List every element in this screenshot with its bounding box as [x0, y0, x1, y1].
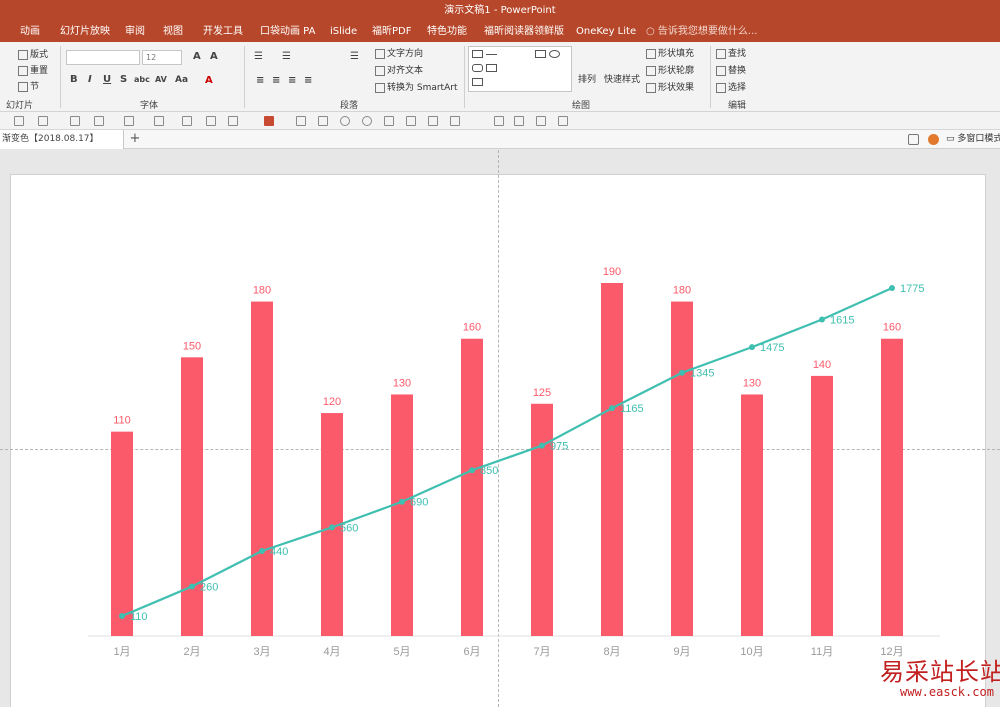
line-data-label: 850 [480, 465, 498, 477]
line-data-label: 560 [340, 522, 358, 534]
line-data-label: 1615 [830, 315, 854, 327]
bar-data-label: 180 [253, 285, 271, 297]
bar [111, 431, 133, 636]
x-tick-label: 6月 [463, 646, 480, 658]
bar [251, 301, 273, 636]
bar [461, 338, 483, 636]
x-tick-label: 3月 [253, 646, 270, 658]
bar-data-label: 160 [883, 322, 901, 334]
watermark-logo: 易采站长站 [880, 658, 1000, 686]
combo-chart[interactable]: 110 1月 150 2月 180 3月 120 4月 130 5月 160 6月 125 7月 190 8月… [0, 0, 1000, 707]
bar-data-label: 110 [113, 415, 131, 427]
line-data-label: 1345 [690, 368, 714, 380]
line-point [469, 467, 475, 474]
line-point [539, 442, 545, 449]
bar-data-label: 150 [183, 340, 201, 352]
line-point [329, 524, 335, 531]
line-point [189, 583, 195, 590]
bar [671, 301, 693, 636]
x-tick-label: 5月 [393, 646, 410, 658]
line-point [889, 285, 895, 291]
bar-data-label: 125 [533, 387, 551, 399]
x-tick-label: 7月 [533, 646, 550, 658]
bar [881, 338, 903, 636]
x-tick-label: 11月 [811, 646, 833, 658]
bar [531, 403, 553, 636]
bar [741, 394, 763, 636]
line-series [121, 286, 893, 618]
bar [181, 357, 203, 636]
watermark-url: www.easck.com [900, 685, 994, 699]
line-point [749, 344, 755, 351]
line-data-label: 1775 [900, 283, 924, 295]
line-point [399, 498, 405, 505]
x-tick-label: 4月 [323, 646, 340, 658]
bar [391, 394, 413, 636]
bar-data-label: 130 [743, 377, 761, 389]
line-point [259, 547, 265, 554]
line-point [119, 613, 125, 619]
line-point [819, 316, 825, 323]
bar-data-label: 120 [323, 396, 341, 408]
line-data-label: 1165 [620, 403, 644, 415]
bar-data-label: 190 [603, 266, 621, 278]
bar-data-label: 160 [463, 322, 481, 334]
x-tick-label: 2月 [183, 646, 200, 658]
line-data-label: 1475 [760, 342, 784, 354]
line-point [609, 405, 615, 412]
line-data-label: 690 [410, 497, 428, 509]
x-tick-label: 1月 [113, 646, 130, 658]
x-tick-label: 10月 [740, 646, 763, 658]
bar [811, 375, 833, 636]
bar-data-label: 180 [673, 285, 691, 297]
bar-data-label: 130 [393, 377, 411, 389]
bar-data-label: 140 [813, 359, 831, 371]
x-tick-label: 8月 [603, 646, 620, 658]
line-data-label: 260 [200, 581, 218, 593]
line-data-label: 440 [270, 546, 288, 558]
line-point [679, 369, 685, 376]
bar [601, 283, 623, 636]
x-tick-label: 9月 [673, 646, 690, 658]
line-data-label: 975 [550, 441, 568, 453]
line-data-label: 110 [130, 611, 148, 623]
